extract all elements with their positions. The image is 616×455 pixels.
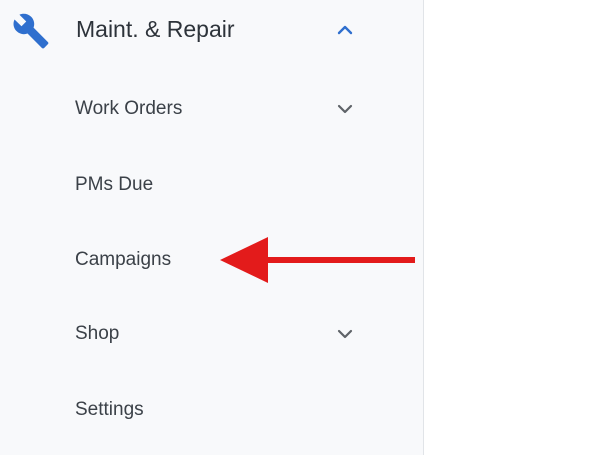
sidebar-item-label: Campaigns xyxy=(75,249,172,270)
sidebar-item-shop[interactable]: Shop xyxy=(0,306,423,362)
sidebar-item-label: Work Orders xyxy=(75,98,183,119)
app-root: Maint. & Repair Work Orders PMs Due Camp… xyxy=(0,0,616,455)
chevron-up-icon[interactable] xyxy=(334,19,356,41)
chevron-down-icon[interactable] xyxy=(334,98,356,120)
section-header-maint-repair[interactable]: Maint. & Repair xyxy=(0,0,423,62)
wrench-icon xyxy=(13,13,49,49)
sidebar-item-label: PMs Due xyxy=(75,174,154,195)
sidebar-item-label: Shop xyxy=(75,323,120,344)
sidebar-item-label: Settings xyxy=(75,399,144,420)
chevron-down-icon[interactable] xyxy=(334,323,356,345)
sidebar-item-pms-due[interactable]: PMs Due xyxy=(0,157,423,213)
sidebar-item-settings[interactable]: Settings xyxy=(0,382,423,438)
annotation-arrow-icon xyxy=(220,237,415,283)
section-title: Maint. & Repair xyxy=(76,16,235,42)
sidebar-item-work-orders[interactable]: Work Orders xyxy=(0,81,423,137)
sidebar: Maint. & Repair Work Orders PMs Due Camp… xyxy=(0,0,424,455)
main-content xyxy=(425,0,616,455)
